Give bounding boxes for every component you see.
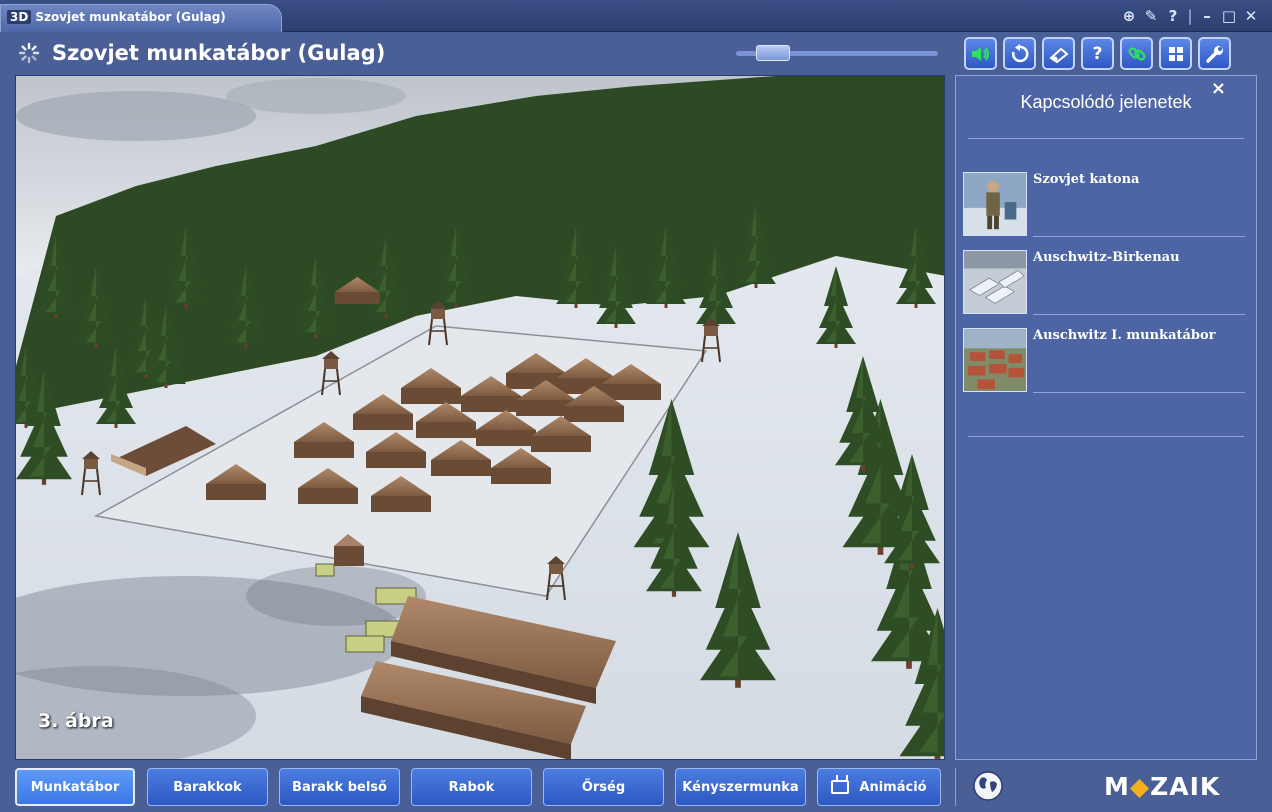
reset-icon	[1011, 43, 1028, 62]
nav-barakk-belso-button[interactable]: Barakk belső	[279, 768, 400, 806]
window-controls: ⊕ ✎ ? | – □ ✕	[1118, 7, 1262, 25]
grid-icon	[1168, 46, 1183, 61]
related-scene-item[interactable]: Auschwitz I. munkatábor	[963, 328, 1253, 394]
auschwitz-thumbnail	[963, 328, 1027, 392]
soldier-thumbnail	[963, 172, 1027, 236]
app-header: Szovjet munkatábor (Gulag) ?	[0, 33, 1272, 75]
tv-icon	[831, 780, 850, 794]
scene-title: Szovjet munkatábor (Gulag)	[52, 41, 386, 65]
related-scene-item[interactable]: Auschwitz-Birkenau	[963, 250, 1253, 316]
related-scene-item[interactable]: Szovjet katona	[963, 172, 1253, 238]
app-3d-badge: 3D	[7, 10, 32, 24]
close-window-icon[interactable]: ✕	[1240, 7, 1262, 25]
settings-button[interactable]	[1198, 37, 1231, 70]
nav-animacio-button[interactable]: Animáció	[817, 768, 941, 806]
link-button[interactable]	[1120, 37, 1153, 70]
nav-button-label: Kényszermunka	[682, 779, 799, 795]
zoom-slider[interactable]	[736, 45, 938, 61]
camera-icon	[1048, 47, 1069, 63]
bottom-divider	[955, 768, 956, 806]
camp-scene-image	[16, 76, 944, 759]
panel-divider	[968, 138, 1244, 139]
loading-spinner-icon	[18, 42, 40, 64]
related-scene-label: Auschwitz-Birkenau	[1033, 250, 1180, 265]
nav-munkatabor-button[interactable]: Munkatábor	[15, 768, 135, 806]
zoom-icon[interactable]: ⊕	[1118, 7, 1140, 25]
window-tab-title: Szovjet munkatábor (Gulag)	[35, 10, 226, 24]
link-icon	[1127, 46, 1146, 61]
window-title-bar: 3D Szovjet munkatábor (Gulag) ⊕ ✎ ? | – □…	[0, 0, 1272, 32]
item-divider	[1033, 236, 1245, 237]
mozaik-logo: M◆ZAIK	[1104, 772, 1221, 801]
nav-button-label: Rabok	[448, 779, 495, 795]
zoom-slider-thumb[interactable]	[756, 45, 790, 61]
toolbar: ?	[964, 37, 1231, 70]
nav-rabok-button[interactable]: Rabok	[411, 768, 532, 806]
related-scenes-panel: × Kapcsolódó jelenetek Szovjet katona Au…	[955, 75, 1257, 760]
nav-button-label: Barakk belső	[292, 779, 387, 795]
globe-icon[interactable]	[972, 770, 1004, 802]
related-scene-label: Szovjet katona	[1033, 172, 1140, 187]
minimize-icon[interactable]: –	[1196, 7, 1218, 25]
related-scene-label: Auschwitz I. munkatábor	[1033, 328, 1216, 343]
camera-button[interactable]	[1042, 37, 1075, 70]
nav-orseg-button[interactable]: Őrség	[543, 768, 664, 806]
grid-view-button[interactable]	[1159, 37, 1192, 70]
nav-kenyszermunka-button[interactable]: Kényszermunka	[675, 768, 806, 806]
sound-icon	[971, 46, 989, 61]
help-button[interactable]: ?	[1081, 37, 1114, 70]
nav-button-label: Őrség	[581, 779, 626, 795]
nav-button-label: Barakkok	[173, 779, 242, 795]
panel-title: Kapcsolódó jelenetek	[1020, 92, 1192, 112]
scene-viewport[interactable]: 3. ábra	[15, 75, 945, 760]
window-help-icon[interactable]: ?	[1162, 7, 1184, 25]
sound-button[interactable]	[964, 37, 997, 70]
nav-button-label: Munkatábor	[30, 779, 120, 795]
nav-button-label: Animáció	[859, 779, 927, 795]
settings-wrench-icon	[1205, 45, 1223, 63]
window-tab[interactable]: 3D Szovjet munkatábor (Gulag)	[0, 4, 282, 32]
item-divider	[1033, 392, 1245, 393]
help-icon: ?	[1092, 43, 1103, 64]
maximize-icon[interactable]: □	[1218, 7, 1240, 25]
bottom-navigation: Munkatábor Barakkok Barakk belső Rabok Ő…	[0, 762, 1272, 812]
item-divider	[1033, 314, 1245, 315]
birkenau-thumbnail	[963, 250, 1027, 314]
controls-divider: |	[1187, 7, 1193, 25]
panel-divider	[968, 436, 1244, 437]
pointer-icon[interactable]: ✎	[1140, 7, 1162, 25]
figure-label: 3. ábra	[38, 710, 114, 732]
reset-view-button[interactable]	[1003, 37, 1036, 70]
nav-barakkok-button[interactable]: Barakkok	[147, 768, 268, 806]
